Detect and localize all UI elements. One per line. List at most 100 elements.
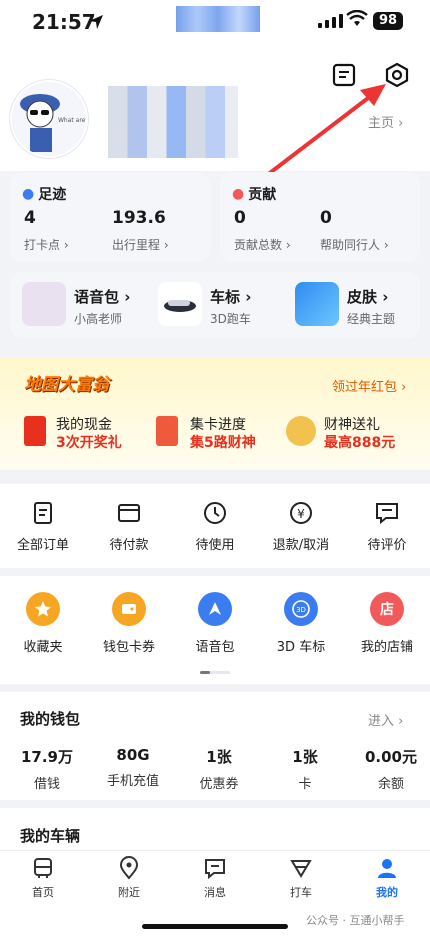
wallet-loan-label: 借钱 bbox=[33, 777, 60, 792]
tab-nearby[interactable]: 附近 bbox=[86, 856, 172, 900]
order-unpaid-label: 待付款 bbox=[109, 538, 149, 553]
tab-row: 首页 附近 消息 打车 我的 bbox=[0, 856, 430, 900]
home-indicator[interactable] bbox=[142, 924, 288, 929]
order-unused-label: 待使用 bbox=[195, 538, 235, 553]
wallet-enter-link[interactable]: 进入 › bbox=[368, 710, 403, 729]
bus-icon bbox=[34, 858, 52, 878]
helped-label: 帮助同行人 › bbox=[320, 238, 389, 252]
location-arrow-icon bbox=[89, 15, 103, 29]
store-icon: 店 bbox=[370, 592, 404, 626]
order-refund[interactable]: ¥ 退款/取消 bbox=[258, 500, 344, 553]
3d-icon: 3D bbox=[284, 592, 318, 626]
contribution-icon: ● bbox=[232, 186, 245, 202]
order-review[interactable]: 待评价 bbox=[344, 500, 430, 553]
service-wallet-label: 钱包卡券 bbox=[102, 640, 155, 655]
wallet-title: 我的钱包 bbox=[20, 710, 81, 728]
person-icon bbox=[378, 859, 396, 878]
wallet-item-coupon[interactable]: 1张优惠券 bbox=[176, 746, 262, 792]
tab-messages[interactable]: 消息 bbox=[172, 856, 258, 900]
clock-icon bbox=[204, 502, 226, 524]
service-favorites[interactable]: 收藏夹 bbox=[0, 592, 86, 655]
tab-home[interactable]: 首页 bbox=[0, 856, 86, 900]
promo-item-cash-title[interactable]: 我的现金 bbox=[56, 414, 112, 434]
skin-title[interactable]: 皮肤 › bbox=[347, 286, 388, 307]
promo-link[interactable]: 领过年红包 › bbox=[332, 376, 406, 395]
service-store[interactable]: 店 我的店铺 bbox=[344, 592, 430, 655]
vehicles-title[interactable]: 我的车辆 bbox=[20, 825, 80, 846]
service-wallet[interactable]: 钱包卡券 bbox=[86, 592, 172, 655]
helped-count: 0 bbox=[320, 208, 332, 228]
wifi-icon bbox=[346, 10, 368, 26]
services-row: 收藏夹 钱包卡券 语音包 3D 3D 车标 店 我的店铺 bbox=[0, 592, 430, 655]
wallet-coupon-label: 优惠券 bbox=[199, 777, 239, 792]
wallet-coupon-value: 1张 bbox=[206, 748, 232, 766]
promo-item-gift-title[interactable]: 财神送礼 bbox=[324, 414, 380, 434]
checkin-label: 打卡点 › bbox=[24, 238, 69, 252]
service-3d-car[interactable]: 3D 3D 车标 bbox=[258, 592, 344, 655]
wallet-item-card[interactable]: 1张卡 bbox=[262, 746, 348, 792]
mileage-value: 193.6 bbox=[112, 208, 166, 228]
mileage-label: 出行里程 › bbox=[112, 238, 169, 252]
voice-pack-title[interactable]: 语音包 › bbox=[74, 286, 130, 307]
blurred-username bbox=[108, 86, 238, 158]
order-unused[interactable]: 待使用 bbox=[172, 500, 258, 553]
page-indicator bbox=[200, 671, 230, 674]
tab-messages-label: 消息 bbox=[204, 886, 226, 899]
wallet-item-loan[interactable]: 17.9万借钱 bbox=[4, 746, 90, 792]
battery-icon: 98 bbox=[373, 12, 403, 30]
order-review-label: 待评价 bbox=[367, 538, 407, 553]
watermark: 公众号 · 互通小帮手 bbox=[306, 914, 405, 927]
card-collect-icon bbox=[156, 416, 178, 446]
svg-text:3D: 3D bbox=[296, 606, 306, 614]
message-icon bbox=[205, 859, 225, 880]
contribution-title: ● 贡献 bbox=[232, 186, 277, 203]
footprint-title: ● 足迹 bbox=[22, 186, 67, 203]
svg-text:What are: What are bbox=[58, 117, 86, 124]
orders-icon bbox=[34, 502, 52, 524]
svg-text:¥: ¥ bbox=[297, 507, 305, 521]
service-voice[interactable]: 语音包 bbox=[172, 592, 258, 655]
wallet-balance-label: 余额 bbox=[377, 777, 404, 792]
contribution-count: 0 bbox=[234, 208, 246, 228]
order-refund-label: 退款/取消 bbox=[272, 538, 330, 553]
order-unpaid[interactable]: 待付款 bbox=[86, 500, 172, 553]
wallet-icon bbox=[118, 504, 140, 522]
car-logo-sub: 3D跑车 bbox=[210, 312, 251, 326]
voice-pack-sub: 小高老师 bbox=[74, 312, 123, 326]
red-envelope-icon bbox=[24, 416, 46, 446]
tab-mine-label: 我的 bbox=[376, 886, 398, 899]
order-all[interactable]: 全部订单 bbox=[0, 500, 86, 553]
orders-row: 全部订单 待付款 待使用 ¥ 退款/取消 待评价 bbox=[0, 500, 430, 553]
service-voice-label: 语音包 bbox=[195, 640, 235, 655]
promo-item-cards-sub: 集5路财神 bbox=[190, 435, 256, 451]
wallet-item-balance[interactable]: 0.00元余额 bbox=[348, 746, 430, 792]
checkin-count: 4 bbox=[24, 208, 36, 228]
wallet-item-topup[interactable]: 80G 手机充值 bbox=[90, 746, 176, 792]
promo-item-gift-sub: 最高888元 bbox=[324, 435, 396, 451]
wallet-loan-value: 17.9万 bbox=[20, 748, 73, 766]
avatar[interactable]: What are bbox=[10, 80, 88, 158]
voice-pack-thumb[interactable] bbox=[22, 282, 66, 326]
promo-item-cash-sub: 3次开奖礼 bbox=[56, 435, 122, 451]
wallet-row: 17.9万借钱 80G 手机充值 1张优惠券 1张卡 0.00元余额 bbox=[4, 746, 430, 792]
tab-taxi-label: 打车 bbox=[290, 886, 312, 899]
promo-title: 地图大富翁 bbox=[24, 375, 109, 395]
wallet-topup-label: 手机充值 bbox=[106, 774, 159, 789]
skin-sub: 经典主题 bbox=[347, 312, 396, 326]
car-logo-thumb[interactable] bbox=[158, 282, 202, 326]
status-time: 21:57 bbox=[32, 10, 96, 34]
wallet-balance-value: 0.00元 bbox=[364, 748, 417, 766]
tab-home-label: 首页 bbox=[32, 886, 54, 899]
tab-mine[interactable]: 我的 bbox=[344, 856, 430, 900]
comment-icon bbox=[376, 503, 398, 525]
skin-thumb[interactable] bbox=[295, 282, 339, 326]
blurred-carrier bbox=[176, 6, 260, 32]
car-logo-title[interactable]: 车标 › bbox=[210, 286, 251, 307]
taxi-icon bbox=[290, 860, 312, 878]
tab-taxi[interactable]: 打车 bbox=[258, 856, 344, 900]
wallet-card-label: 卡 bbox=[298, 777, 312, 792]
promo-item-cards-title[interactable]: 集卡进度 bbox=[190, 414, 246, 434]
tab-nearby-label: 附近 bbox=[118, 886, 140, 899]
wallet-card-value: 1张 bbox=[292, 748, 318, 766]
service-3d-car-label: 3D 车标 bbox=[276, 640, 326, 655]
